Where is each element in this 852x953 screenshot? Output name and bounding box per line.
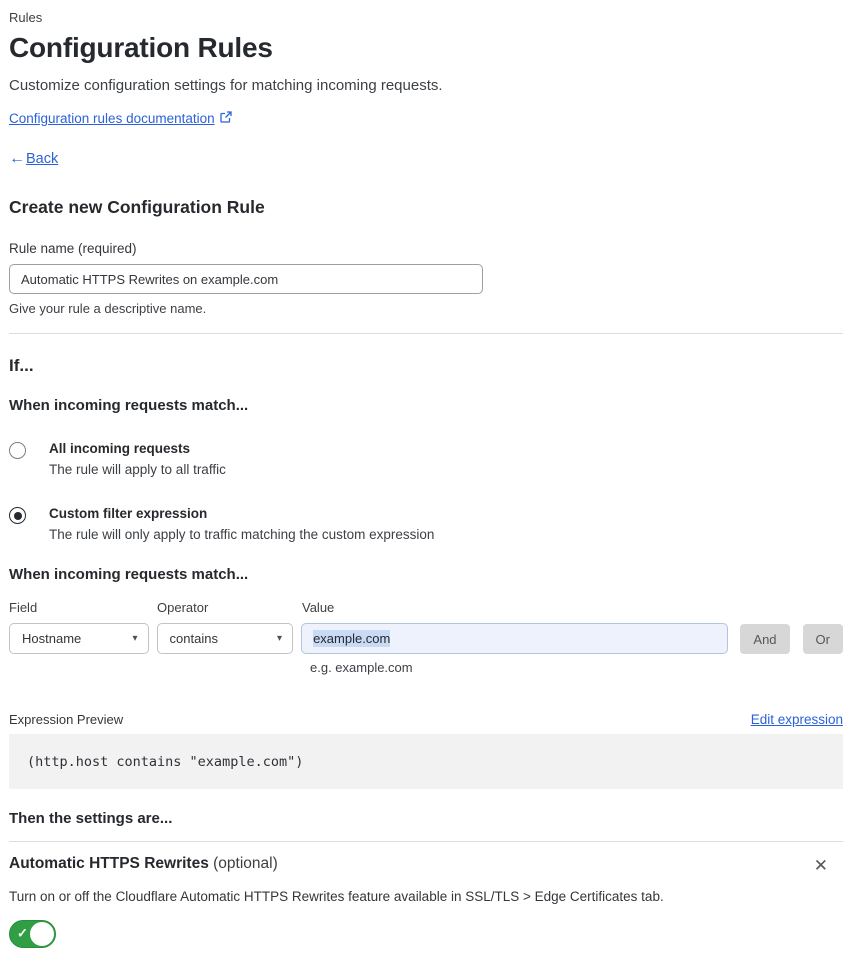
radio-option-description: The rule will only apply to traffic matc… <box>49 527 435 542</box>
and-button[interactable]: And <box>740 624 790 654</box>
page-subtitle: Customize configuration settings for mat… <box>9 77 443 94</box>
radio-button-icon[interactable] <box>9 507 26 524</box>
field-select[interactable]: Hostname ▾ <box>9 623 149 654</box>
expression-builder: When incoming requests match... Field Op… <box>9 566 843 675</box>
setting-optional-tag: (optional) <box>213 855 278 872</box>
chevron-down-icon: ▾ <box>277 633 283 644</box>
close-icon[interactable]: ✕ <box>808 855 834 876</box>
toggle-knob[interactable] <box>30 922 54 946</box>
back-arrow-icon: ← <box>9 150 25 167</box>
operator-label: Operator <box>157 600 209 615</box>
expression-preview-code: (http.host contains "example.com") <box>9 734 843 789</box>
rule-name-help: Give your rule a descriptive name. <box>9 301 207 316</box>
match-type-radio-group: All incoming requests The rule will appl… <box>9 441 843 542</box>
external-link-icon <box>219 111 232 126</box>
setting-description: Turn on or off the Cloudflare Automatic … <box>9 889 664 904</box>
setting-title-text: Automatic HTTPS Rewrites <box>9 855 209 872</box>
value-label: Value <box>302 600 335 615</box>
setting-card-automatic-https-rewrites: Automatic HTTPS Rewrites (optional) ✕ Tu… <box>9 841 843 953</box>
chevron-down-icon: ▾ <box>132 633 138 644</box>
or-button[interactable]: Or <box>802 624 843 654</box>
radio-button-icon[interactable] <box>9 442 26 459</box>
radio-option-all-incoming[interactable]: All incoming requests The rule will appl… <box>9 441 843 477</box>
field-label: Field <box>9 600 38 615</box>
value-help-text: e.g. example.com <box>310 660 413 675</box>
configuration-rules-page: Rules Configuration Rules Customize conf… <box>0 0 852 953</box>
rule-name-label: Rule name (required) <box>9 241 137 256</box>
expression-preview-label: Expression Preview <box>9 712 124 727</box>
radio-option-label: All incoming requests <box>49 441 191 456</box>
radio-option-label: Custom filter expression <box>49 506 208 521</box>
radio-option-description: The rule will apply to all traffic <box>49 462 226 477</box>
edit-expression-link[interactable]: Edit expression <box>751 712 843 727</box>
radio-option-custom-filter[interactable]: Custom filter expression The rule will o… <box>9 506 843 542</box>
automatic-https-rewrites-toggle[interactable]: ✓ <box>9 920 56 948</box>
builder-heading: When incoming requests match... <box>9 566 249 583</box>
rule-name-input[interactable] <box>9 264 483 294</box>
page-title: Configuration Rules <box>9 32 273 63</box>
setting-title: Automatic HTTPS Rewrites (optional) <box>9 855 278 873</box>
operator-select[interactable]: contains ▾ <box>156 623 294 654</box>
check-icon: ✓ <box>17 925 28 941</box>
create-rule-heading: Create new Configuration Rule <box>9 197 265 217</box>
operator-select-value: contains <box>169 631 218 646</box>
docs-link[interactable]: Configuration rules documentation <box>9 111 215 126</box>
match-heading: When incoming requests match... <box>9 397 249 414</box>
field-select-value: Hostname <box>22 631 82 646</box>
if-heading: If... <box>9 356 34 375</box>
value-input-text: example.com <box>313 630 391 647</box>
section-divider <box>9 333 843 334</box>
back-link[interactable]: Back <box>26 151 58 167</box>
then-heading: Then the settings are... <box>9 810 173 827</box>
breadcrumb: Rules <box>9 10 43 25</box>
value-input[interactable]: example.com <box>301 623 729 654</box>
